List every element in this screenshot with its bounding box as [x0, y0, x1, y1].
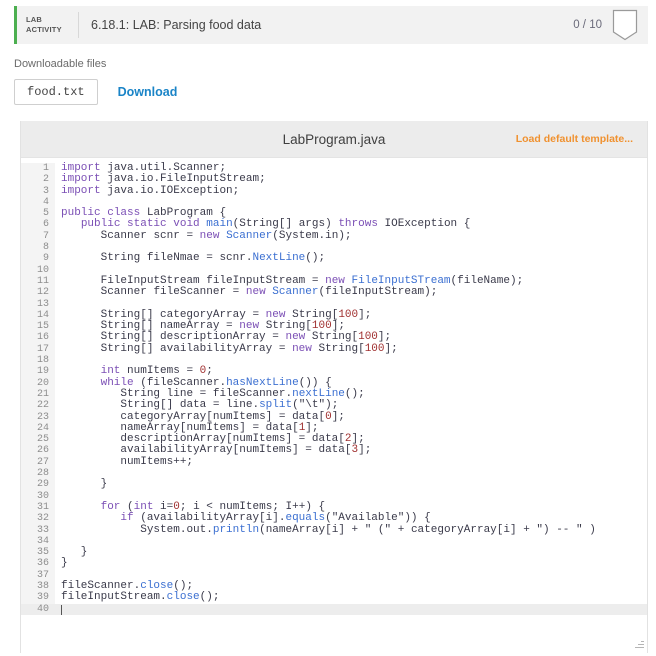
editor-toolbar: LabProgram.java Load default template...	[21, 121, 647, 158]
line-number: 6	[21, 219, 55, 231]
line-number: 35	[21, 547, 55, 559]
score-badge-shape	[612, 9, 638, 41]
lab-activity-header: LAB ACTIVITY 6.18.1: LAB: Parsing food d…	[14, 6, 648, 44]
downloadable-files-row: food.txt Download	[14, 79, 656, 105]
code-line-content[interactable]: Scanner scnr = new Scanner(System.in);	[55, 230, 647, 242]
line-number: 14	[21, 309, 55, 322]
line-number: 15	[21, 321, 55, 333]
downloadable-files-section: Downloadable files food.txt Download	[14, 58, 656, 105]
line-number: 22	[21, 400, 55, 412]
score-badge-icon[interactable]	[612, 9, 638, 41]
editor-resize-handle[interactable]	[634, 639, 644, 649]
line-number: 18	[21, 355, 55, 367]
download-link[interactable]: Download	[118, 85, 178, 99]
line-number: 11	[21, 275, 55, 288]
line-number: 12	[21, 287, 55, 299]
line-number: 24	[21, 422, 55, 435]
code-line-content[interactable]: int numItems = 0;	[55, 366, 647, 378]
header-divider	[78, 12, 79, 38]
code-line[interactable]: 7 Scanner scnr = new Scanner(System.in);	[21, 230, 647, 243]
line-number: 27	[21, 456, 55, 469]
line-number: 7	[21, 230, 55, 243]
line-number: 2	[21, 174, 55, 186]
line-number: 3	[21, 185, 55, 197]
code-lines-container[interactable]: 1 import java.util.Scanner; 2 import java.i…	[21, 158, 647, 615]
activity-tag-line1: LAB	[26, 14, 43, 24]
line-number: 20	[21, 377, 55, 389]
code-line[interactable]: 3 import java.io.IOException;	[21, 185, 647, 197]
line-number: 10	[21, 264, 55, 276]
line-number: 37	[21, 569, 55, 581]
code-line[interactable]: 29 }	[21, 479, 647, 491]
line-number: 38	[21, 580, 55, 593]
code-line-content[interactable]: numItems++;	[55, 456, 647, 468]
line-number: 13	[21, 298, 55, 310]
line-number: 39	[21, 592, 55, 604]
code-line[interactable]: 40	[21, 603, 647, 615]
line-number: 28	[21, 468, 55, 480]
code-line[interactable]: 34	[21, 535, 647, 548]
activity-score-group: 0 / 10	[573, 9, 648, 41]
code-line-content[interactable]: System.out.println(nameArray[i] + " (" +…	[55, 524, 647, 536]
score-value: 0 / 10	[573, 19, 602, 31]
code-editor-panel: LabProgram.java Load default template...…	[20, 121, 648, 653]
line-number: 40	[21, 603, 55, 615]
line-number: 29	[21, 479, 55, 491]
code-line[interactable]: 36}	[21, 558, 647, 570]
line-number: 36	[21, 558, 55, 570]
activity-accent-bar	[14, 6, 17, 44]
downloadable-files-label: Downloadable files	[14, 58, 107, 70]
code-line-content[interactable]	[55, 536, 647, 547]
line-number: 32	[21, 513, 55, 525]
code-line[interactable]: 39 fileInputStream.close();	[21, 591, 647, 604]
line-number: 1	[21, 163, 55, 175]
code-line[interactable]: 35 }	[21, 546, 647, 559]
file-chip-food-txt[interactable]: food.txt	[14, 79, 98, 105]
line-number: 21	[21, 388, 55, 401]
activity-tag-line2: ACTIVITY	[26, 25, 62, 34]
code-line-content[interactable]: String fileNmae = scnr.NextLine();	[55, 253, 647, 265]
line-number: 31	[21, 501, 55, 514]
line-number: 8	[21, 242, 55, 254]
line-number: 4	[21, 196, 55, 209]
page-title: 6.18.1: LAB: Parsing food data	[91, 18, 262, 32]
line-number: 30	[21, 490, 55, 502]
code-line-content[interactable]: }	[55, 546, 647, 558]
code-line[interactable]: 22 String[] data = line.split("\t");	[21, 399, 647, 412]
line-number: 25	[21, 434, 55, 446]
line-number: 33	[21, 524, 55, 536]
code-line-content[interactable]: }	[55, 479, 647, 491]
code-line-content[interactable]: fileInputStream.close();	[55, 591, 647, 603]
code-line[interactable]: 17 String[] availabilityArray = new Stri…	[21, 343, 647, 356]
code-line-content[interactable]: import java.io.IOException;	[55, 185, 647, 197]
line-number: 9	[21, 253, 55, 265]
line-number: 16	[21, 332, 55, 344]
line-number: 5	[21, 208, 55, 220]
code-editor-area[interactable]: 1 import java.util.Scanner; 2 import java.i…	[21, 158, 647, 653]
line-number: 17	[21, 343, 55, 356]
code-line-content[interactable]	[55, 468, 647, 479]
line-number: 19	[21, 366, 55, 378]
code-line-content[interactable]	[55, 603, 647, 615]
line-number: 34	[21, 535, 55, 548]
code-line[interactable]: 9 String fileNmae = scnr.NextLine();	[21, 253, 647, 265]
code-line[interactable]: 28	[21, 468, 647, 480]
code-line[interactable]: 27 numItems++;	[21, 456, 647, 469]
code-line-content[interactable]: Scanner fileScanner = new Scanner(fileIn…	[55, 286, 647, 298]
line-number: 23	[21, 411, 55, 423]
code-line[interactable]: 33 System.out.println(nameArray[i] + " (…	[21, 524, 647, 536]
activity-tag: LAB ACTIVITY	[26, 15, 76, 35]
line-number: 26	[21, 445, 55, 457]
load-default-template-link[interactable]: Load default template...	[516, 133, 633, 145]
code-line[interactable]: 12 Scanner fileScanner = new Scanner(fil…	[21, 286, 647, 299]
code-line-content[interactable]: String[] availabilityArray = new String[…	[55, 343, 647, 355]
code-line-content[interactable]: }	[55, 558, 647, 570]
editor-filename: LabProgram.java	[282, 131, 386, 147]
text-cursor	[61, 604, 62, 615]
